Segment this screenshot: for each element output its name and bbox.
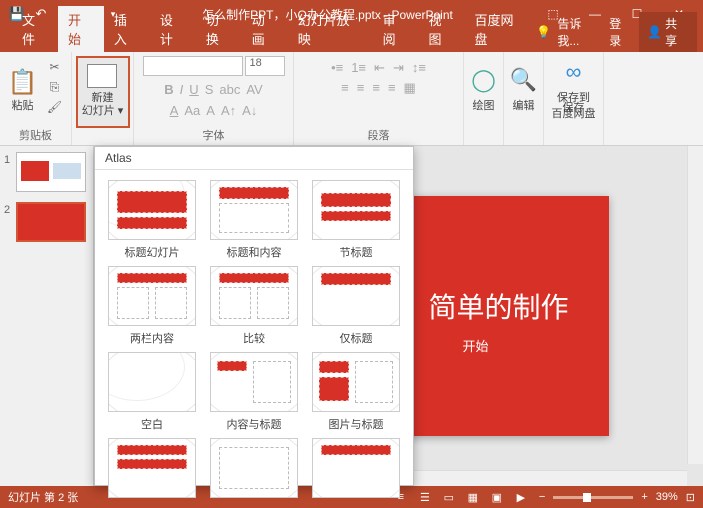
tab-home[interactable]: 开始 — [58, 6, 104, 52]
comments-button[interactable]: ☰ — [415, 489, 435, 505]
reading-view-icon[interactable]: ▣ — [487, 489, 507, 505]
zoom-level[interactable]: 39% — [656, 491, 678, 503]
grow-font-button[interactable]: A↑ — [221, 103, 236, 118]
clipboard-group-label: 剪贴板 — [19, 127, 52, 143]
save-group-label: 保存 — [563, 71, 585, 143]
layout-two-content[interactable] — [108, 266, 196, 326]
shadow-button[interactable]: abc — [219, 82, 240, 97]
numbering-button[interactable]: 1≡ — [351, 60, 366, 76]
gallery-theme-name: Atlas — [95, 147, 413, 170]
shrink-font-button[interactable]: A↓ — [242, 103, 257, 118]
tab-animations[interactable]: 动画 — [242, 6, 288, 52]
strikethrough-button[interactable]: S — [205, 82, 214, 97]
slideshow-view-icon[interactable]: ▶ — [511, 489, 531, 505]
font-color-button[interactable]: A — [170, 103, 179, 118]
character-spacing-button[interactable]: AV — [246, 82, 262, 97]
thumb-number: 1 — [4, 152, 16, 192]
tab-transitions[interactable]: 切换 — [196, 6, 242, 52]
clipboard-icon: 📋 — [8, 68, 38, 97]
slide-thumbnail-2[interactable] — [16, 202, 86, 242]
font-family-combo[interactable] — [143, 56, 243, 76]
tell-me-icon: 💡 — [536, 25, 551, 39]
shapes-icon: ◯ — [471, 67, 496, 93]
slide-title-text[interactable]: 简单的制作 — [428, 286, 568, 326]
copy-icon[interactable]: ⎘ — [44, 78, 66, 96]
cut-icon[interactable]: ✂ — [44, 58, 66, 76]
drawing-button[interactable]: ◯ 绘图 — [471, 54, 496, 126]
fit-to-window-icon[interactable]: ⊡ — [686, 491, 695, 504]
decrease-indent-button[interactable]: ⇤ — [374, 60, 385, 76]
layout-extra-1[interactable] — [108, 438, 196, 498]
login[interactable]: 登录 — [609, 15, 633, 49]
tab-design[interactable]: 设计 — [150, 6, 196, 52]
slide-subtitle-text[interactable]: 开始 — [462, 336, 488, 355]
find-icon: 🔍 — [510, 67, 537, 93]
zoom-in-button[interactable]: + — [641, 491, 647, 503]
new-slide-icon — [89, 66, 117, 88]
sorter-view-icon[interactable]: ▦ — [463, 489, 483, 505]
tab-slideshow[interactable]: 幻灯片放映 — [288, 6, 373, 52]
tell-me[interactable]: 告诉我... — [557, 15, 603, 49]
thumb-number: 2 — [4, 202, 16, 242]
layout-title-slide[interactable] — [108, 180, 196, 240]
new-slide-button[interactable]: 新建幻灯片 ▾ — [76, 56, 130, 128]
layout-comparison[interactable] — [210, 266, 298, 326]
format-painter-icon[interactable]: 🖌 — [44, 98, 66, 116]
vertical-scrollbar[interactable] — [687, 146, 703, 464]
bold-button[interactable]: B — [164, 82, 173, 97]
line-spacing-button[interactable]: ↕≡ — [412, 60, 426, 76]
tab-view[interactable]: 视图 — [419, 6, 465, 52]
tab-insert[interactable]: 插入 — [104, 6, 150, 52]
italic-button[interactable]: I — [180, 82, 184, 97]
columns-button[interactable]: ▦ — [404, 80, 416, 96]
paragraph-group-label: 段落 — [368, 127, 390, 143]
layout-section-header[interactable] — [312, 180, 400, 240]
bullets-button[interactable]: •≡ — [331, 60, 343, 76]
normal-view-icon[interactable]: ▭ — [439, 489, 459, 505]
share-icon: 👤 — [647, 25, 662, 39]
underline-button[interactable]: U — [189, 82, 198, 97]
editing-button[interactable]: 🔍 编辑 — [510, 54, 537, 126]
tab-baidu[interactable]: 百度网盘 — [465, 6, 537, 52]
layout-extra-3[interactable] — [312, 438, 400, 498]
increase-indent-button[interactable]: ⇥ — [393, 60, 404, 76]
zoom-out-button[interactable]: − — [539, 491, 545, 503]
paste-button[interactable]: 📋 粘贴 — [4, 54, 42, 126]
layout-extra-2[interactable] — [210, 438, 298, 498]
slide-thumbnail-1[interactable] — [16, 152, 86, 192]
layout-title-content[interactable] — [210, 180, 298, 240]
align-right-button[interactable]: ≡ — [372, 80, 380, 96]
font-size-combo[interactable]: 18 — [245, 56, 285, 76]
highlight-button[interactable]: A — [206, 103, 215, 118]
layout-picture-caption[interactable] — [312, 352, 400, 412]
status-slide-indicator: 幻灯片 第 2 张 — [8, 489, 78, 505]
justify-button[interactable]: ≡ — [388, 80, 396, 96]
tab-file[interactable]: 文件 — [12, 6, 58, 52]
tab-review[interactable]: 审阅 — [373, 6, 419, 52]
zoom-slider[interactable] — [553, 496, 633, 499]
layout-title-only[interactable] — [312, 266, 400, 326]
slide-thumbnails-panel: 1 2 — [0, 146, 94, 486]
share-button[interactable]: 👤 共享 — [639, 12, 697, 52]
new-slide-layout-gallery: Atlas 标题幻灯片 标题和内容 节标题 两栏内容 比较 仅标题 空白 内容与… — [94, 146, 414, 486]
change-case-button[interactable]: Aa — [184, 103, 200, 118]
layout-blank[interactable] — [108, 352, 196, 412]
align-center-button[interactable]: ≡ — [357, 80, 365, 96]
font-group-label: 字体 — [203, 127, 225, 143]
layout-content-caption[interactable] — [210, 352, 298, 412]
align-left-button[interactable]: ≡ — [341, 80, 349, 96]
